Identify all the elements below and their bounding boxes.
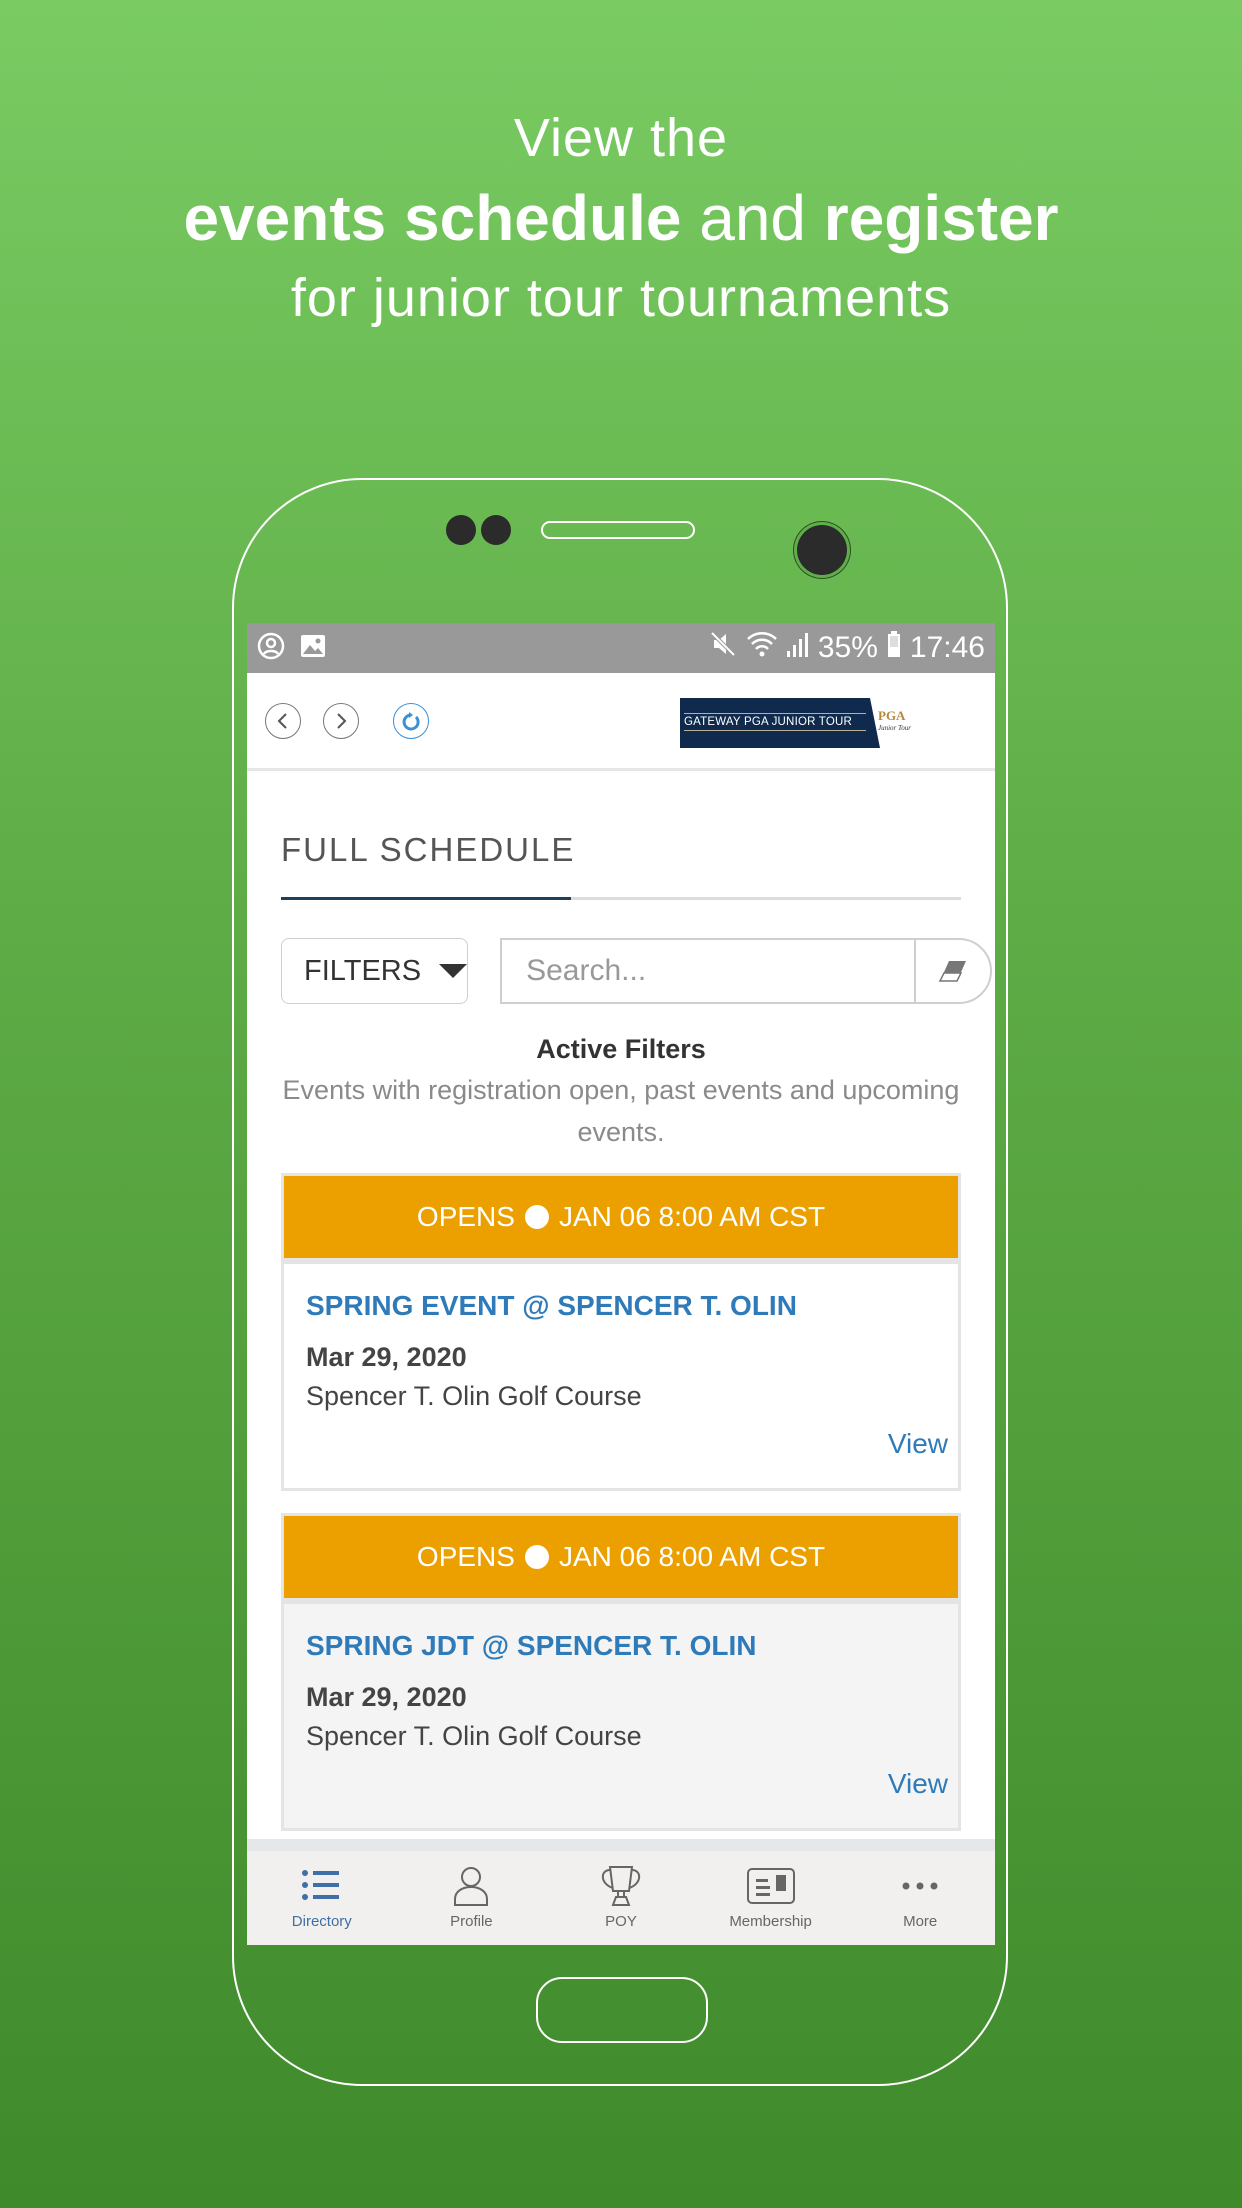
- nav-membership[interactable]: Membership: [696, 1851, 846, 1945]
- event-date: Mar 29, 2020: [306, 1682, 467, 1712]
- clock-dot-icon: [524, 1545, 549, 1569]
- title-underline-active: [281, 897, 571, 900]
- mute-icon: [708, 629, 738, 667]
- person-icon: [454, 1867, 489, 1906]
- more-dots-icon: [902, 1882, 938, 1890]
- filters-label: FILTERS: [304, 954, 422, 987]
- headline-line-3: for junior tour tournaments: [290, 268, 952, 328]
- phone-sensor: [481, 515, 511, 545]
- battery-icon: [886, 629, 902, 667]
- refresh-icon: [402, 711, 420, 730]
- nav-label: Profile: [450, 1913, 493, 1930]
- nav-profile[interactable]: Profile: [397, 1851, 547, 1945]
- pga-subtext: Junior Tour: [878, 724, 912, 732]
- event-card[interactable]: OPENS JAN 06 8:00 AM CST SPRING EVENT @ …: [281, 1173, 961, 1491]
- event-date: Mar 29, 2020: [306, 1342, 467, 1372]
- status-bar: 35% 17:46: [247, 623, 995, 673]
- event-name[interactable]: SPRING EVENT @ SPENCER T. OLIN: [306, 1290, 936, 1322]
- app-screen: 35% 17:46 GATEWAY PGA JUNIOR TOUR PGA Ju…: [247, 623, 995, 1945]
- nav-label: POY: [605, 1913, 637, 1930]
- opens-label: OPENS: [416, 1201, 515, 1232]
- search-input[interactable]: [502, 940, 915, 1002]
- forward-button[interactable]: [323, 702, 359, 739]
- search-box: [500, 938, 993, 1004]
- view-link[interactable]: View: [888, 1428, 948, 1460]
- wifi-icon: [746, 629, 778, 667]
- opens-time: JAN 06 8:00 AM CST: [558, 1541, 826, 1572]
- chevron-right-icon: [337, 712, 347, 729]
- clock: 17:46: [909, 631, 985, 664]
- logo-text: GATEWAY PGA JUNIOR TOUR: [684, 713, 866, 731]
- event-name[interactable]: SPRING JDT @ SPENCER T. OLIN: [306, 1630, 936, 1662]
- event-card[interactable]: OPENS JAN 06 8:00 AM CST SPRING JDT @ SP…: [281, 1513, 961, 1831]
- battery-percent: 35%: [817, 631, 878, 664]
- nav-more[interactable]: More: [845, 1851, 995, 1945]
- bottom-nav: Directory Profile POY Membership More: [247, 1839, 995, 1945]
- active-filters-title: Active Filters: [536, 1034, 706, 1064]
- title-underline: [281, 897, 961, 900]
- phone-speaker: [541, 521, 695, 539]
- event-venue: Spencer T. Olin Golf Course: [306, 1381, 642, 1411]
- active-filters-description: Events with registration open, past even…: [282, 1075, 960, 1147]
- list-icon: [301, 1870, 339, 1900]
- trophy-icon: [601, 1866, 641, 1906]
- gateway-pga-logo[interactable]: GATEWAY PGA JUNIOR TOUR PGA Junior Tour: [680, 698, 911, 748]
- active-filters: Active Filters Events with registration …: [281, 1034, 961, 1153]
- headline-mid: and: [699, 182, 806, 254]
- caret-down-icon: [439, 964, 468, 978]
- back-button[interactable]: [265, 702, 301, 739]
- browser-nav-bar: GATEWAY PGA JUNIOR TOUR PGA Junior Tour: [247, 673, 995, 771]
- account-circle-icon: [257, 632, 285, 665]
- nav-poy[interactable]: POY: [546, 1851, 696, 1945]
- eraser-icon: [938, 961, 967, 982]
- view-link[interactable]: View: [888, 1768, 948, 1800]
- headline-line-1: View the: [513, 108, 729, 168]
- headline-line-2: events schedule and register: [0, 176, 1242, 260]
- clock-dot-icon: [524, 1205, 549, 1229]
- opens-time: JAN 06 8:00 AM CST: [558, 1201, 826, 1232]
- nav-label: Directory: [291, 1913, 352, 1930]
- membership-card-icon: [746, 1868, 795, 1904]
- image-icon: [299, 632, 327, 665]
- phone-home-button[interactable]: [536, 1977, 708, 2043]
- opens-label: OPENS: [416, 1541, 515, 1572]
- headline-bold-2: register: [823, 182, 1059, 254]
- phone-camera: [797, 525, 847, 575]
- filters-dropdown[interactable]: FILTERS: [281, 938, 469, 1004]
- event-venue: Spencer T. Olin Golf Course: [306, 1721, 642, 1751]
- registration-banner: OPENS JAN 06 8:00 AM CST: [284, 1176, 958, 1264]
- page-title: FULL SCHEDULE: [281, 831, 576, 868]
- pga-mark: PGA: [878, 708, 906, 723]
- promo-headline: View the events schedule and register fo…: [0, 100, 1242, 336]
- phone-sensor: [446, 515, 476, 545]
- clear-search-button[interactable]: [914, 940, 990, 1002]
- chevron-left-icon: [277, 712, 287, 729]
- registration-banner: OPENS JAN 06 8:00 AM CST: [284, 1516, 958, 1604]
- refresh-button[interactable]: [393, 702, 429, 739]
- headline-bold-1: events schedule: [183, 182, 682, 254]
- nav-label: Membership: [729, 1913, 812, 1930]
- nav-directory[interactable]: Directory: [247, 1851, 397, 1945]
- signal-icon: [786, 629, 810, 667]
- nav-label: More: [903, 1913, 938, 1930]
